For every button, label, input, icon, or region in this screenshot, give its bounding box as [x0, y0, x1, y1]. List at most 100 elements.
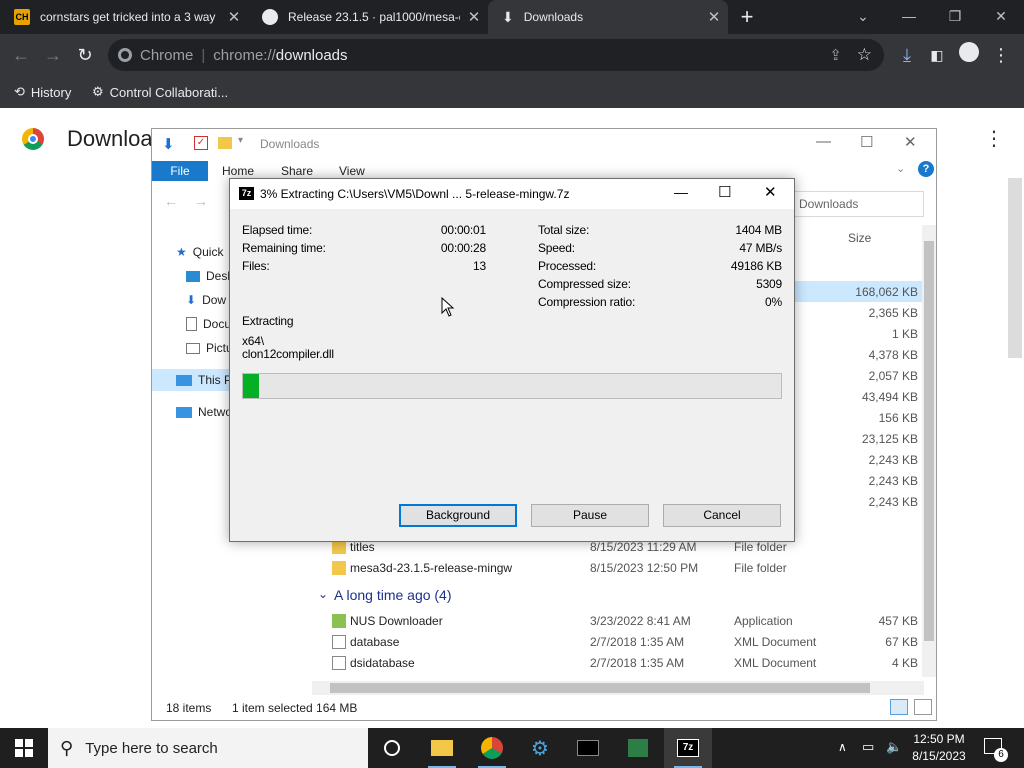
ribbon-tab-file[interactable]: File: [152, 161, 208, 181]
column-header-size[interactable]: Size: [848, 231, 871, 245]
tab-title: Release 23.1.5 · pal1000/mesa-dist: [288, 10, 460, 24]
nav-quick-access[interactable]: ★ Quick: [176, 241, 223, 263]
file-size: 457 KB: [878, 614, 918, 628]
quick-access-dropdown-icon[interactable]: ▾: [238, 135, 243, 146]
tab-mesa-release[interactable]: Release 23.1.5 · pal1000/mesa-dist ✕: [248, 0, 488, 34]
address-bar[interactable]: Chrome | chrome:// downloads ⇪ ☆: [108, 39, 884, 71]
taskbar-search-input[interactable]: ⚲ Type here to search: [48, 728, 368, 768]
forward-arrow-icon[interactable]: →: [194, 193, 208, 209]
file-explorer-icon[interactable]: [418, 728, 466, 768]
nav-desktop[interactable]: Desk: [186, 265, 233, 287]
start-button[interactable]: [0, 728, 48, 768]
stat-value: 0%: [765, 295, 782, 309]
tab-downloads[interactable]: ⬇ Downloads ✕: [488, 0, 728, 34]
details-view-icon[interactable]: [890, 699, 908, 715]
properties-icon[interactable]: ✓: [194, 136, 208, 150]
back-arrow-icon[interactable]: ←: [164, 193, 178, 209]
progress-bar-fill: [243, 374, 260, 398]
pause-button[interactable]: Pause: [531, 504, 649, 527]
nav-downloads[interactable]: ⬇ Dow: [186, 289, 226, 311]
profile-avatar[interactable]: [956, 42, 982, 68]
history-icon: ⟲: [14, 84, 25, 99]
dialog-minimize-button[interactable]: —: [674, 184, 688, 200]
tab-search-icon[interactable]: ⌄: [840, 0, 886, 34]
minimize-button[interactable]: —: [886, 0, 932, 34]
page-menu-icon[interactable]: ⋮: [984, 126, 1004, 151]
stat-label: Remaining time:: [242, 241, 326, 255]
page-scrollbar[interactable]: [1008, 178, 1022, 358]
mouse-cursor-icon: [441, 297, 455, 317]
settings-icon[interactable]: ⚙: [516, 728, 564, 768]
current-file: clon12compiler.dll: [242, 347, 334, 361]
background-button[interactable]: Background: [399, 504, 517, 527]
downloads-toolbar-icon[interactable]: ⤓: [894, 42, 920, 68]
help-icon[interactable]: ?: [918, 161, 934, 177]
windows-logo-icon: [15, 739, 33, 757]
cancel-button[interactable]: Cancel: [663, 504, 781, 527]
list-item[interactable]: database 2/7/2018 1:35 AM XML Document 6…: [312, 632, 924, 653]
tab-title: Downloads: [523, 10, 584, 24]
large-icons-view-icon[interactable]: [914, 699, 932, 715]
desktop-icon: [186, 270, 200, 282]
clock-date: 8/15/2023: [912, 749, 966, 763]
ch-favicon-icon: CH: [14, 9, 30, 25]
chrome-icon[interactable]: [468, 728, 516, 768]
explorer-titlebar: ⬇ ✓ ▾ Downloads — ☐ ✕: [152, 129, 936, 159]
omnibox-url-prefix: chrome://: [213, 46, 276, 64]
close-tab-icon[interactable]: ✕: [220, 8, 248, 26]
terminal-icon[interactable]: [564, 728, 612, 768]
group-header[interactable]: ⌄ A long time ago (4): [312, 585, 924, 606]
nav-pictures[interactable]: Pictu: [186, 337, 233, 359]
new-tab-button[interactable]: +: [734, 4, 760, 30]
bookmark-star-icon[interactable]: ☆: [857, 45, 872, 65]
nav-documents[interactable]: Docu: [186, 313, 231, 335]
bookmark-history[interactable]: ⟲ History: [14, 82, 71, 102]
dialog-close-button[interactable]: ✕: [764, 183, 777, 201]
chrome-menu-icon[interactable]: ⋮: [988, 42, 1014, 68]
horizontal-scrollbar[interactable]: [312, 681, 924, 695]
vertical-scrollbar[interactable]: [922, 225, 936, 677]
bookmark-control-collaboration[interactable]: ⚙ Control Collaborati...: [92, 82, 228, 102]
folder-icon[interactable]: [218, 137, 232, 149]
search-placeholder: n Downloads: [789, 197, 859, 211]
explorer-title: Downloads: [260, 137, 320, 151]
extension-icon: ⚙: [92, 84, 104, 99]
cortana-icon[interactable]: [368, 728, 416, 768]
reload-button[interactable]: ↻: [72, 42, 98, 68]
restore-button[interactable]: ❐: [932, 0, 978, 34]
list-item[interactable]: dsidatabase 2/7/2018 1:35 AM XML Documen…: [312, 653, 924, 674]
list-item[interactable]: NUS Downloader 3/23/2022 8:41 AM Applica…: [312, 611, 924, 632]
list-item[interactable]: mesa3d-23.1.5-release-mingw 8/15/2023 12…: [312, 558, 924, 579]
file-date: 3/23/2022 8:41 AM: [590, 614, 691, 628]
tab-cornstars[interactable]: CH cornstars get tricked into a 3 way ✕: [0, 0, 248, 34]
search-icon: ⚲: [60, 737, 74, 758]
share-icon[interactable]: ⇪: [829, 46, 842, 64]
clock[interactable]: 12:50 PM 8/15/2023: [904, 731, 974, 765]
network-tray-icon[interactable]: ▭: [862, 739, 874, 755]
explorer-maximize-button[interactable]: ☐: [860, 133, 873, 151]
xml-document-icon: [332, 656, 346, 670]
close-window-button[interactable]: ✕: [978, 0, 1024, 34]
file-name: mesa3d-23.1.5-release-mingw: [350, 561, 513, 575]
volume-icon[interactable]: 🔈: [886, 739, 902, 755]
stat-value: 47 MB/s: [739, 241, 782, 255]
nav-label: Netwo: [198, 405, 233, 419]
nav-label: This P: [198, 373, 233, 387]
side-panel-icon[interactable]: ◧: [924, 42, 950, 68]
close-tab-icon[interactable]: ✕: [460, 8, 488, 26]
sevenzip-icon[interactable]: 7z: [664, 728, 712, 768]
size-cell: 23,125 KB: [861, 432, 918, 446]
back-button[interactable]: ←: [8, 42, 34, 68]
browser-tab-bar: CH cornstars get tricked into a 3 way ✕ …: [0, 0, 1024, 34]
explorer-minimize-button[interactable]: —: [816, 133, 831, 150]
explorer-search-input[interactable]: n Downloads: [782, 191, 924, 217]
bookmark-label: History: [30, 84, 72, 100]
forward-button[interactable]: →: [40, 42, 66, 68]
dialog-maximize-button[interactable]: ☐: [718, 183, 731, 201]
chevron-up-icon[interactable]: ∧: [838, 740, 847, 754]
close-tab-icon[interactable]: ✕: [700, 8, 728, 26]
ribbon-expand-icon[interactable]: ⌄: [896, 162, 905, 175]
explorer-close-button[interactable]: ✕: [904, 133, 917, 151]
notepad-icon[interactable]: [614, 728, 662, 768]
nav-network[interactable]: Netwo: [176, 401, 232, 423]
